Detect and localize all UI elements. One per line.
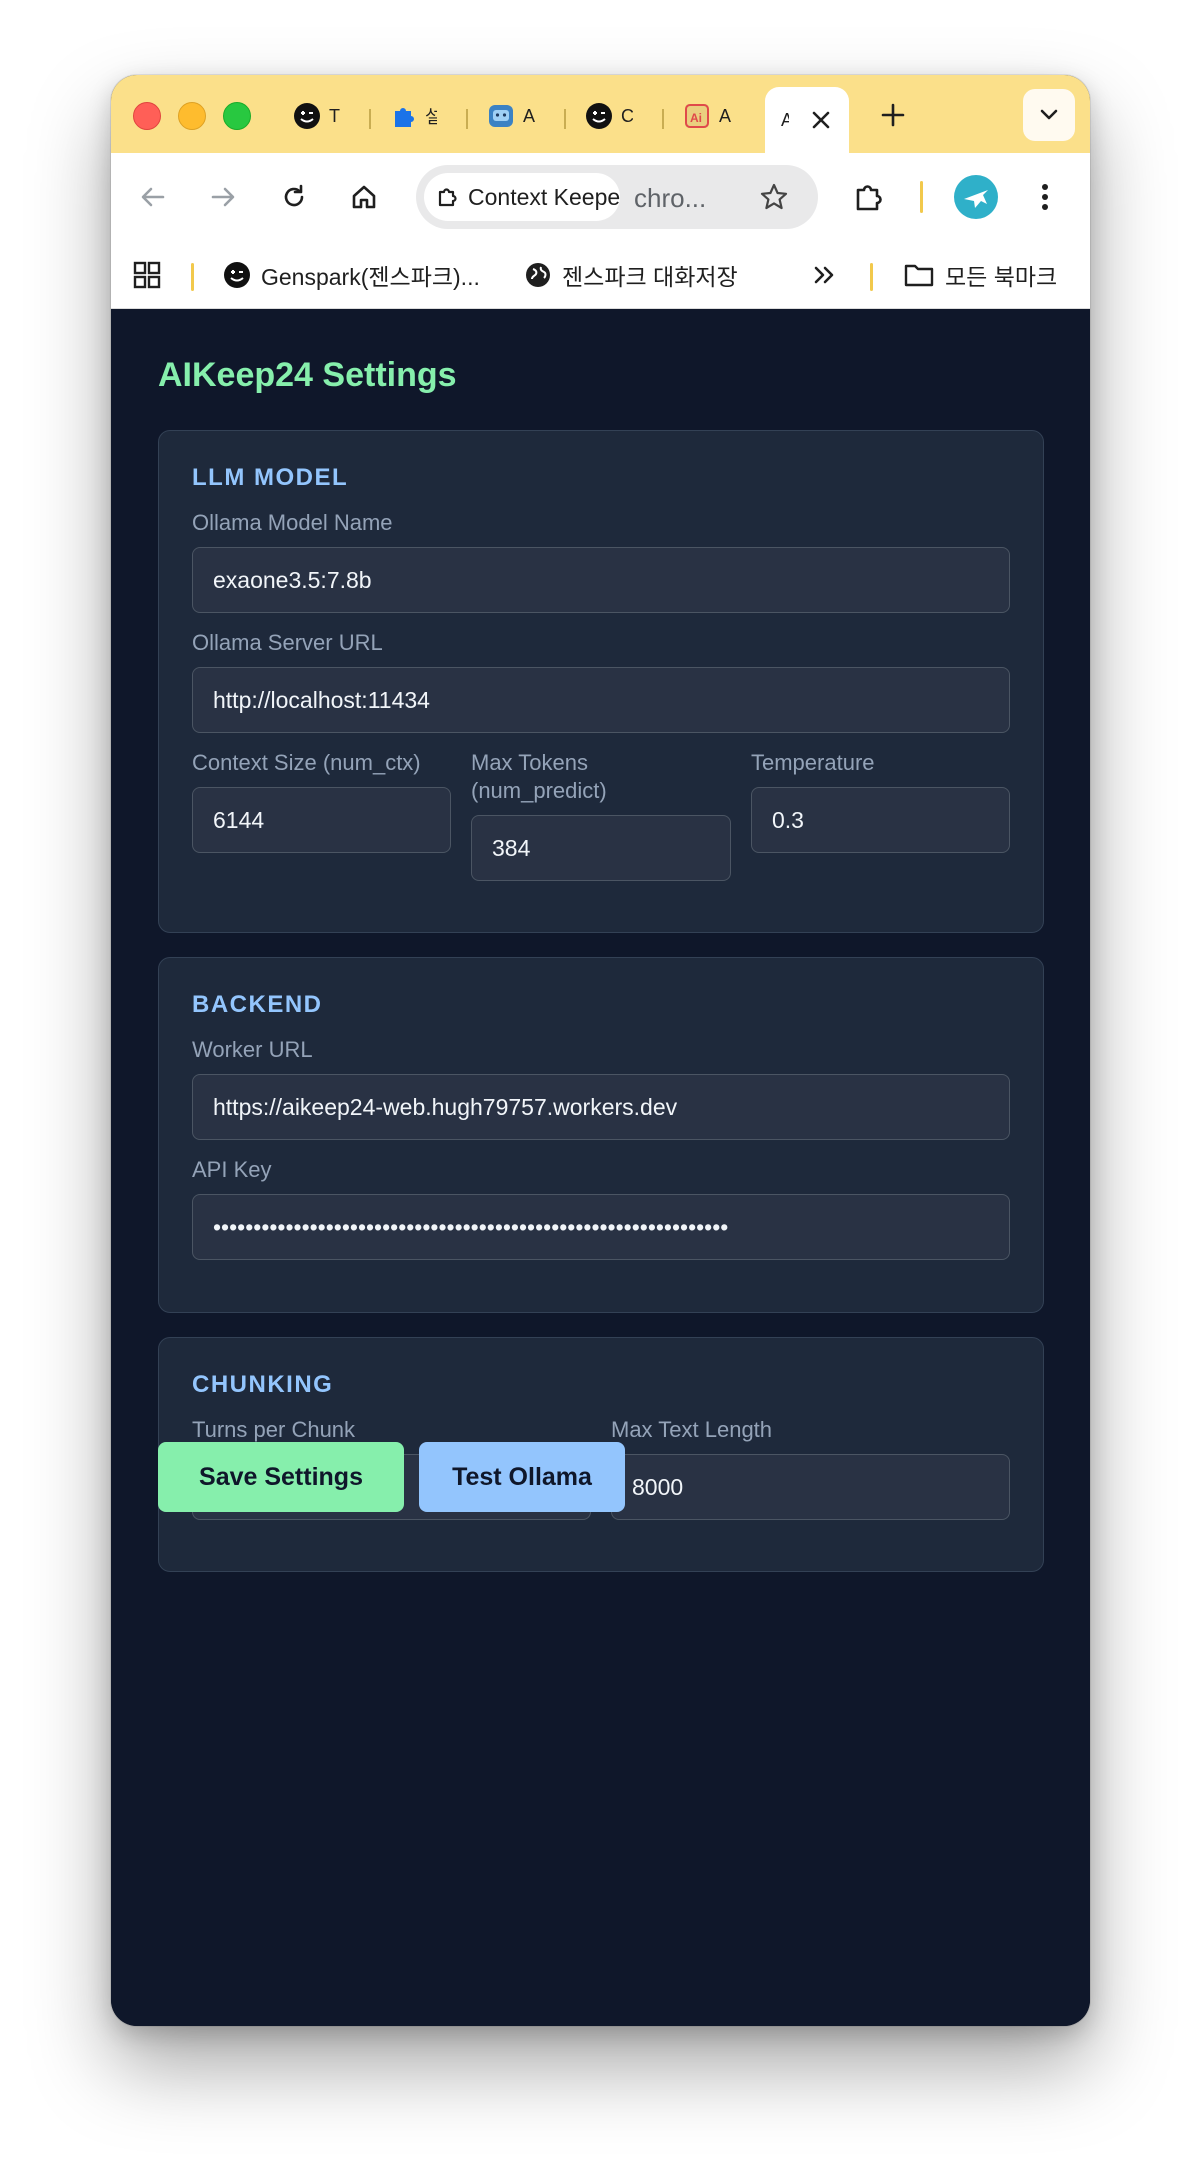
- url-text: chro...: [634, 183, 707, 213]
- minimize-window-button[interactable]: [178, 102, 206, 130]
- bookmark-star-button[interactable]: [756, 179, 792, 215]
- server-url-input[interactable]: [192, 667, 1010, 733]
- tab-search-button[interactable]: [1023, 89, 1075, 141]
- section-title: BACKEND: [192, 991, 323, 1018]
- tab-label: T: [329, 105, 340, 126]
- new-tab-button[interactable]: [873, 95, 913, 135]
- genspark-icon: [223, 261, 251, 289]
- bookmarks-bar: Genspark(젠스파크)... 젠스파크 대화저장 모든 북마크: [111, 241, 1090, 309]
- tab-label: 설: [425, 107, 437, 127]
- settings-page: AIKeep24 Settings LLM MODEL Ollama Model…: [111, 309, 1090, 2026]
- context-size-input[interactable]: [192, 787, 451, 853]
- tab-5[interactable]: Ai A: [683, 97, 731, 135]
- test-ollama-button[interactable]: Test Ollama: [419, 1442, 625, 1512]
- arrow-left-icon: [139, 183, 167, 211]
- genspark-icon: [293, 102, 321, 130]
- apps-button[interactable]: [133, 253, 161, 297]
- max-tokens-label-line: (num_predict): [471, 778, 607, 803]
- star-icon: [759, 182, 789, 212]
- browser-window: T 설 A C Ai A A Context Keeper chro... Ge…: [111, 75, 1090, 2026]
- puzzle-icon: [853, 181, 885, 213]
- address-bar[interactable]: Context Keeper chro...: [416, 165, 818, 229]
- more-bookmarks-button[interactable]: [811, 253, 837, 297]
- worker-url-input[interactable]: [192, 1074, 1010, 1140]
- tab-3[interactable]: A: [487, 97, 535, 135]
- server-url-label: Ollama Server URL: [192, 630, 383, 655]
- max-text-length-input[interactable]: [611, 1454, 1010, 1520]
- max-tokens-label: Max Tokens (num_predict): [471, 749, 607, 805]
- section-title: LLM MODEL: [192, 464, 349, 491]
- max-tokens-input[interactable]: [471, 815, 731, 881]
- svg-text:Ai: Ai: [690, 111, 702, 125]
- close-window-button[interactable]: [133, 102, 161, 130]
- bookmark-label: 젠스파크 대화저장: [562, 264, 738, 290]
- turns-per-chunk-label: Turns per Chunk: [192, 1417, 356, 1442]
- bookmark-item-genspark[interactable]: Genspark(젠스파크)...: [223, 253, 480, 297]
- extensions-button[interactable]: [849, 177, 889, 217]
- tab-label: C: [621, 105, 633, 126]
- all-bookmarks-label: 모든 북마크: [945, 264, 1058, 290]
- puzzle-extension-icon: [389, 102, 417, 130]
- context-size-label: Context Size (num_ctx): [192, 750, 421, 775]
- tab-1[interactable]: T: [293, 97, 341, 135]
- tab-label: A: [781, 109, 789, 130]
- tab-separator: [564, 109, 566, 129]
- temperature-label: Temperature: [751, 750, 875, 775]
- section-title: CHUNKING: [192, 1371, 334, 1398]
- folder-icon: [903, 261, 935, 289]
- apps-grid-icon: [133, 261, 161, 289]
- adobe-illustrator-icon: Ai: [683, 102, 711, 130]
- tab-label: A: [719, 105, 731, 126]
- model-name-input[interactable]: [192, 547, 1010, 613]
- home-icon: [350, 183, 378, 211]
- api-key-label: API Key: [192, 1157, 272, 1182]
- airplane-icon: [961, 182, 991, 212]
- browser-menu-button[interactable]: [1025, 177, 1065, 217]
- save-settings-button[interactable]: Save Settings: [158, 1442, 404, 1512]
- max-tokens-label-line: Max Tokens: [471, 750, 588, 775]
- forward-button[interactable]: [203, 177, 243, 217]
- reload-icon: [280, 183, 308, 211]
- toolbar-separator: [920, 181, 923, 213]
- tab-separator: [369, 109, 371, 129]
- bookmark-label: Genspark(젠스파크)...: [261, 264, 480, 290]
- back-button[interactable]: [133, 177, 173, 217]
- bookmark-separator: [870, 263, 873, 291]
- maximize-window-button[interactable]: [223, 102, 251, 130]
- extension-puzzle-icon: [436, 185, 460, 209]
- double-chevron-right-icon: [811, 263, 837, 287]
- browser-toolbar: Context Keeper chro...: [111, 153, 1090, 241]
- kebab-menu-icon: [1040, 182, 1050, 212]
- model-name-label: Ollama Model Name: [192, 510, 393, 535]
- tab-strip: T 설 A C Ai A A: [111, 75, 1090, 153]
- temperature-input[interactable]: [751, 787, 1010, 853]
- tab-separator: [662, 109, 664, 129]
- api-key-input[interactable]: [192, 1194, 1010, 1260]
- site-info-chip[interactable]: Context Keeper: [424, 173, 620, 221]
- close-tab-icon[interactable]: [811, 110, 831, 130]
- profile-avatar[interactable]: [954, 175, 998, 219]
- globe-icon: [524, 261, 552, 289]
- all-bookmarks-button[interactable]: 모든 북마크: [903, 253, 1057, 297]
- site-chip-label: Context Keeper: [468, 183, 620, 210]
- tab-4[interactable]: C: [585, 97, 633, 135]
- home-button[interactable]: [344, 177, 384, 217]
- arrow-right-icon: [209, 183, 237, 211]
- genspark-icon: [585, 102, 613, 130]
- worker-url-label: Worker URL: [192, 1037, 313, 1062]
- bookmark-item-genspark-chat[interactable]: 젠스파크 대화저장: [524, 253, 738, 297]
- tab-active[interactable]: A: [765, 87, 849, 153]
- tab-2[interactable]: 설: [389, 97, 437, 135]
- tab-label: A: [523, 105, 535, 126]
- backend-section: BACKEND Worker URL API Key: [158, 957, 1044, 1313]
- page-title: AIKeep24 Settings: [158, 356, 457, 394]
- reload-button[interactable]: [274, 177, 314, 217]
- llm-model-section: LLM MODEL Ollama Model Name Ollama Serve…: [158, 430, 1044, 933]
- tab-separator: [466, 109, 468, 129]
- max-text-length-label: Max Text Length: [611, 1417, 773, 1442]
- chevron-down-icon: [1039, 108, 1059, 122]
- bot-icon: [487, 102, 515, 130]
- bookmark-separator: [191, 263, 194, 291]
